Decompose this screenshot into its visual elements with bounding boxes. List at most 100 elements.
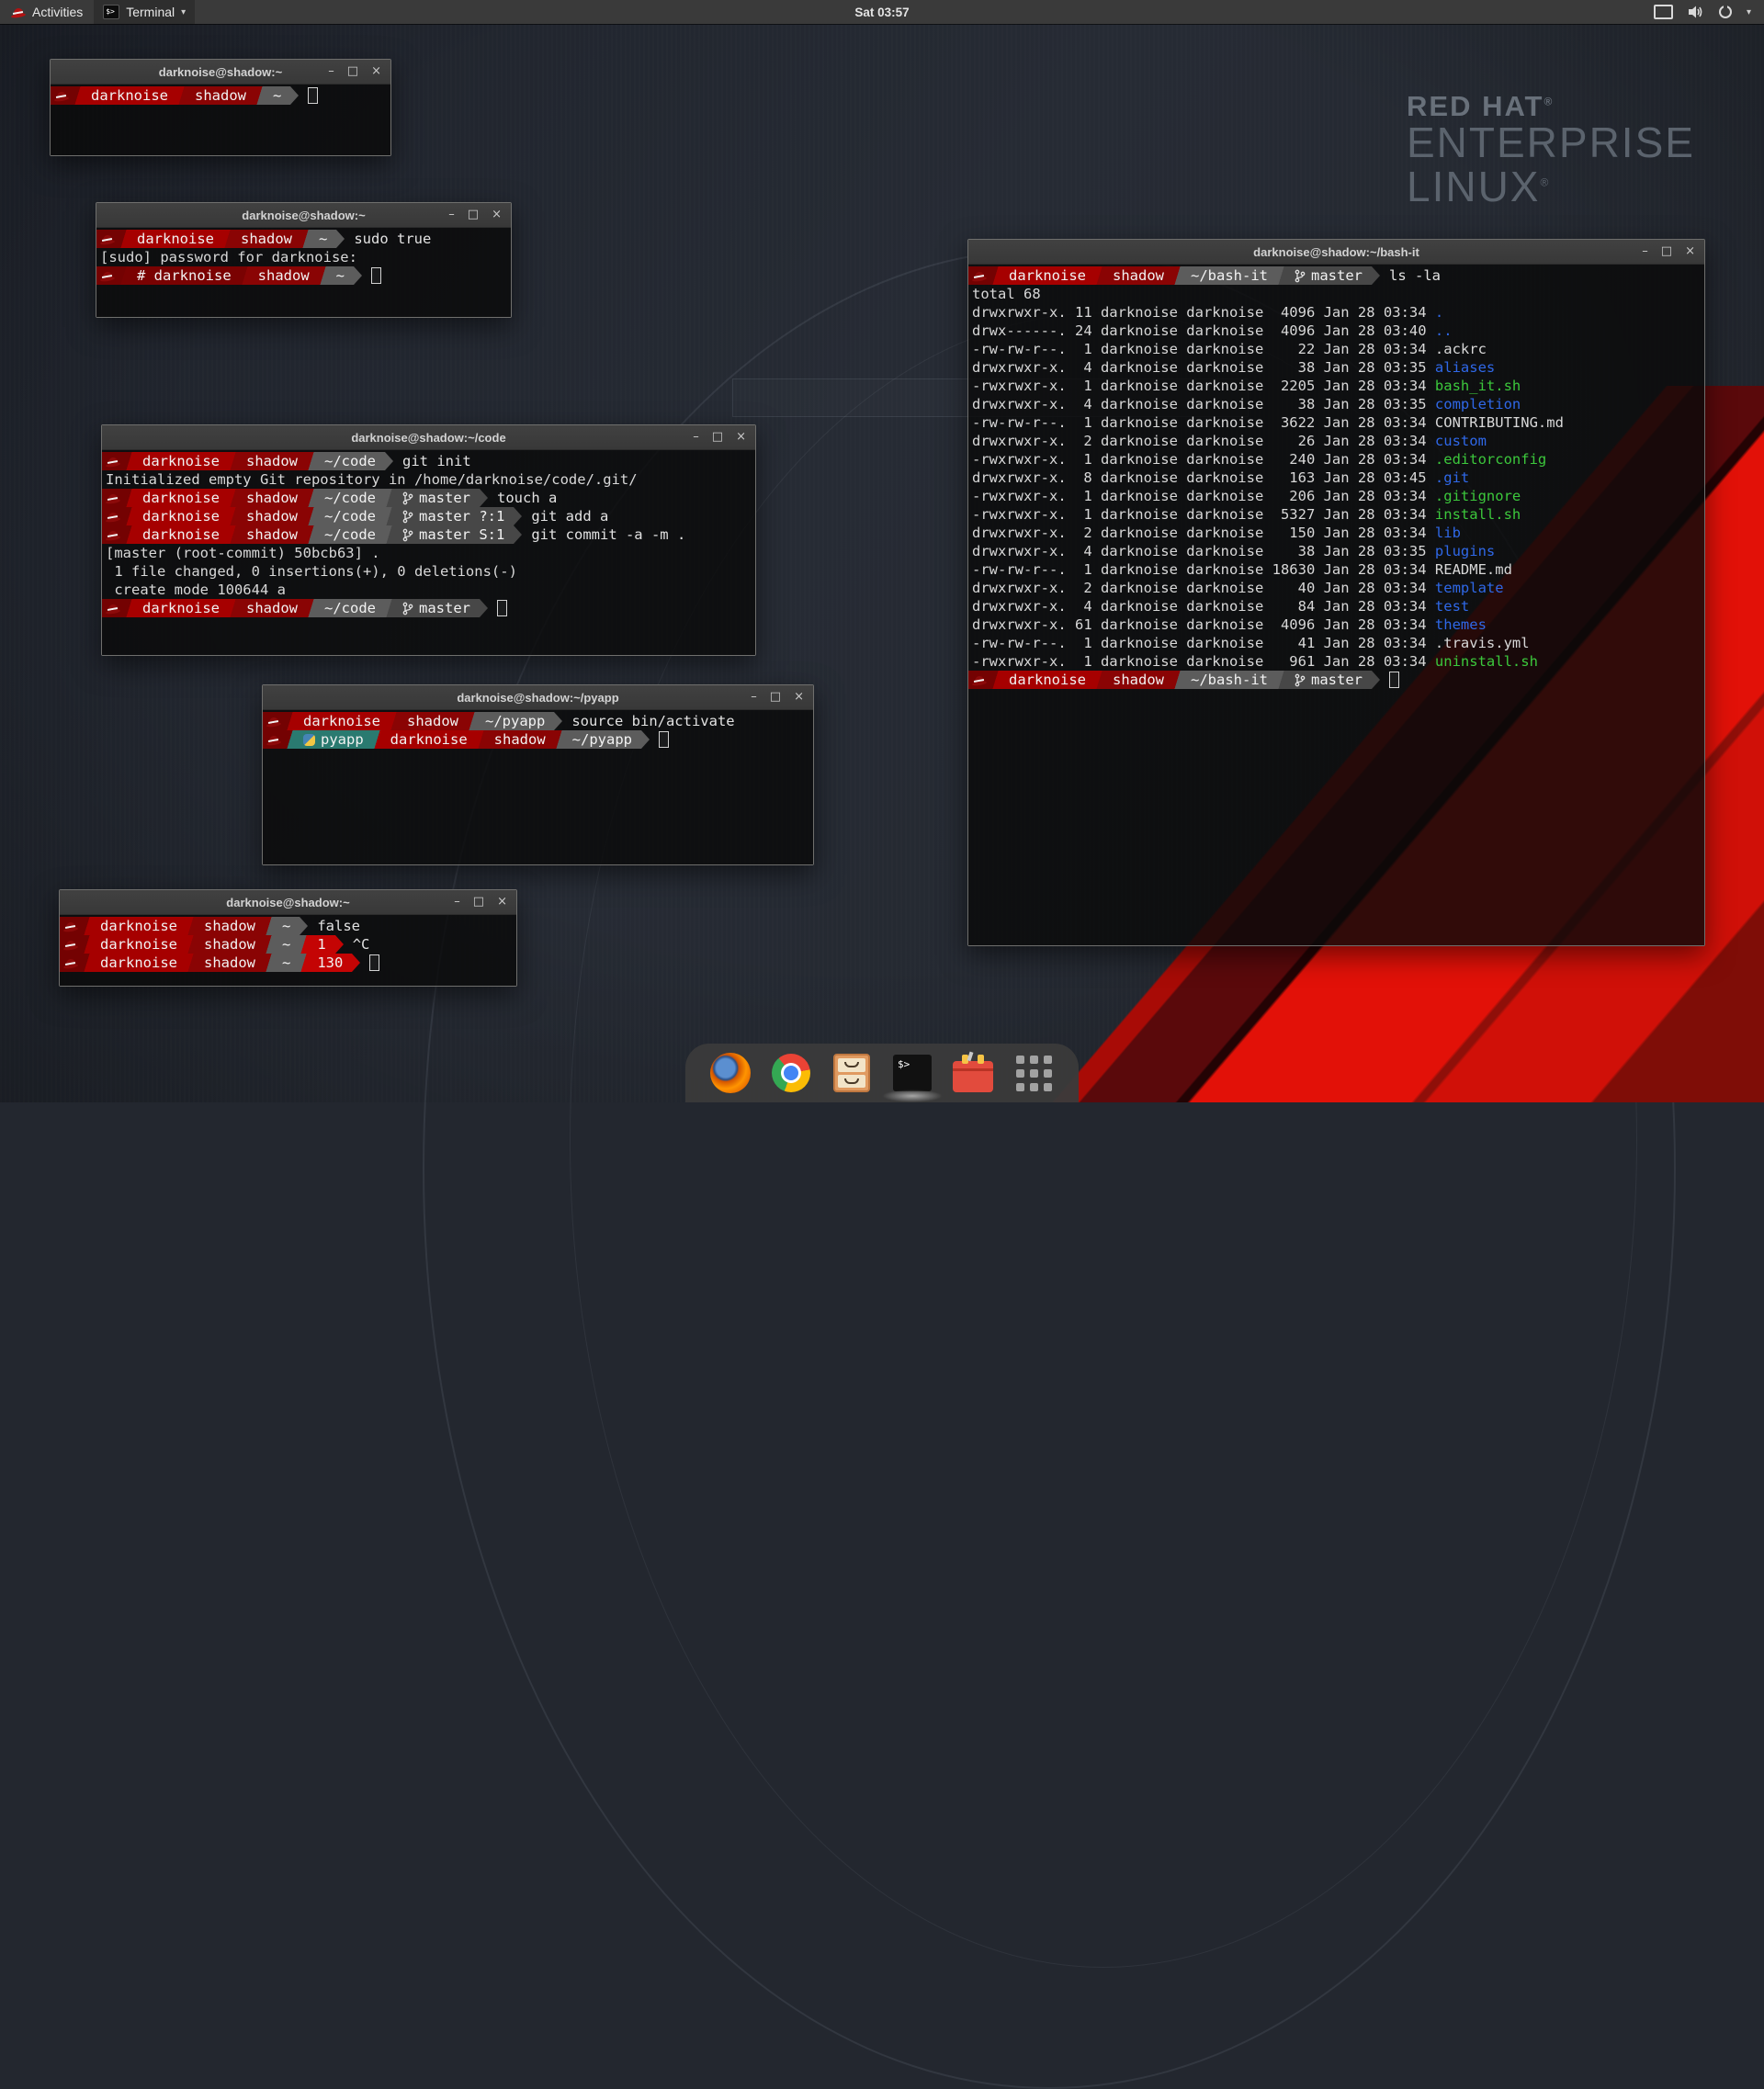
window-maximize-button[interactable]: □ [347, 60, 358, 84]
prompt-segment-hat [968, 266, 991, 285]
window-minimize-button[interactable]: – [1642, 240, 1648, 264]
prompt-segment-path: ~ [273, 954, 300, 972]
window-minimize-button[interactable]: – [454, 890, 460, 914]
window-titlebar[interactable]: darknoise@shadow:~/bash-it–□× [968, 240, 1704, 265]
prompt-arrow-icon [385, 452, 393, 470]
prompt-segment-user: darknoise [133, 599, 229, 617]
prompt-segment-user: darknoise [133, 507, 229, 525]
window-titlebar[interactable]: darknoise@shadow:~/pyapp–□ × [263, 685, 813, 710]
window-maximize-button[interactable]: □ [1661, 240, 1672, 264]
window-titlebar[interactable]: darknoise@shadow:~–□× [96, 203, 511, 228]
terminal-body[interactable]: darknoiseshadow~/codegit initInitialized… [102, 450, 755, 655]
prompt-segment-hat [102, 599, 125, 617]
system-status-area[interactable]: ▾ [1654, 0, 1764, 24]
prompt-segment-hat [263, 712, 286, 730]
window-titlebar[interactable]: darknoise@shadow:~/code–□ × [102, 425, 755, 450]
dock-item-firefox[interactable] [709, 1052, 752, 1094]
python-icon [303, 734, 315, 746]
prompt-segment-exit: 1 [308, 935, 334, 954]
prompt-segment-host: shadow [195, 954, 265, 972]
files-icon [833, 1054, 870, 1092]
terminal-cursor [497, 600, 507, 616]
terminal-cursor [1389, 672, 1399, 688]
file-name: completion [1435, 396, 1521, 412]
window-close-button[interactable]: × [497, 890, 507, 914]
prompt-arrow-icon [480, 599, 488, 617]
prompt-segment-user: darknoise [294, 712, 390, 730]
prompt-segment-exit: 130 [308, 954, 352, 972]
redhat-icon [54, 90, 69, 102]
file-name: README.md [1435, 561, 1512, 578]
window-close-button[interactable]: × [1685, 240, 1695, 264]
prompt-segment-host: shadow [237, 489, 307, 507]
prompt-segment-hat [102, 452, 125, 470]
window-close-button[interactable]: × [371, 60, 381, 84]
prompt-segment-host: shadow [249, 266, 319, 285]
prompt-segment-git: master S:1 [393, 525, 514, 544]
dock-item-chrome[interactable] [770, 1052, 812, 1094]
terminal-app-icon: $> [103, 5, 119, 19]
window-titlebar[interactable]: darknoise@shadow:~–□× [60, 890, 516, 915]
window-maximize-button[interactable]: □ [770, 685, 781, 709]
terminal-window-3: darknoise@shadow:~/code–□ × darknoise shado… [101, 424, 756, 656]
prompt: darknoiseshadow~/codemaster S:1 [102, 525, 522, 544]
terminal-body[interactable]: darknoiseshadow~ [51, 85, 390, 155]
window-minimize-button[interactable]: – [693, 425, 699, 449]
terminal-icon: $> [893, 1055, 932, 1091]
window-close-button[interactable]: × [736, 425, 746, 449]
prompt: pyappdarknoiseshadow~/pyapp [263, 730, 650, 749]
terminal-body[interactable]: darknoiseshadow~sudo true[sudo] password… [96, 228, 511, 317]
window-maximize-button[interactable]: □ [468, 203, 479, 227]
window-title: darknoise@shadow:~/pyapp [263, 691, 813, 705]
terminal-body[interactable]: darknoiseshadow~/pyappsource bin/activat… [263, 710, 813, 864]
dock-item-terminal[interactable]: $> [891, 1052, 933, 1094]
window-title: darknoise@shadow:~/code [102, 431, 755, 445]
activities-button[interactable]: Activities [0, 0, 94, 24]
chrome-icon [772, 1054, 810, 1092]
command-text: ^C [353, 935, 370, 954]
desktop[interactable]: RED HAT® ENTERPRISE LINUX® darknoise@sha… [0, 0, 1764, 1102]
dock-item-app-grid[interactable] [1012, 1052, 1055, 1094]
app-grid-icon [1016, 1056, 1052, 1091]
prompt-segment-host: shadow [237, 507, 307, 525]
terminal-app-menu[interactable]: $> Terminal ▾ [94, 0, 195, 24]
terminal-window-1: darknoise@shadow:~–□×darknoiseshadow~ [50, 59, 391, 156]
prompt-arrow-icon [514, 507, 522, 525]
prompt-segment-host: shadow [237, 452, 307, 470]
window-minimize-button[interactable]: – [751, 685, 757, 709]
terminal-body[interactable]: darknoiseshadow~falsedarknoiseshadow~1^C… [60, 915, 516, 986]
window-maximize-button[interactable]: □ [473, 890, 484, 914]
prompt-segment-path: ~/code [315, 525, 385, 544]
file-name: lib [1435, 525, 1461, 541]
terminal-window-2: darknoise@shadow:~–□×darknoiseshadow~sud… [96, 202, 512, 318]
window-minimize-button[interactable]: – [448, 203, 455, 227]
prompt-segment-user: darknoise [1000, 266, 1095, 285]
prompt-segment-hat [968, 671, 991, 689]
file-name: .ackrc [1435, 341, 1487, 357]
redhat-icon [63, 939, 78, 951]
file-name: .gitignore [1435, 488, 1521, 504]
redhat-icon [266, 716, 281, 728]
window-titlebar[interactable]: darknoise@shadow:~–□× [51, 60, 390, 85]
window-close-button[interactable]: × [794, 685, 804, 709]
dock-item-toolbox[interactable] [952, 1052, 994, 1094]
prompt-segment-git: master ?:1 [393, 507, 514, 525]
prompt-segment-host: shadow [398, 712, 468, 730]
command-text: source bin/activate [571, 712, 734, 730]
prompt-segment-path: ~ [273, 917, 300, 935]
window-maximize-button[interactable]: □ [712, 425, 723, 449]
dock: $> [685, 1044, 1079, 1102]
window-minimize-button[interactable]: – [328, 60, 334, 84]
clock[interactable]: Sat 03:57 [854, 6, 909, 19]
prompt: darknoiseshadow~ [96, 230, 345, 248]
terminal-body[interactable]: darknoiseshadow~/bash-itmasterls -latota… [968, 265, 1704, 945]
prompt-segment-hat [51, 86, 74, 105]
dock-item-files[interactable] [831, 1052, 873, 1094]
window-close-button[interactable]: × [492, 203, 502, 227]
file-name: . [1435, 304, 1443, 321]
git-branch-icon [402, 528, 413, 542]
prompt-segment-host: shadow [1103, 266, 1173, 285]
redhat-icon [106, 492, 120, 504]
git-branch-icon [1295, 269, 1306, 283]
prompt-segment-host: shadow [195, 935, 265, 954]
